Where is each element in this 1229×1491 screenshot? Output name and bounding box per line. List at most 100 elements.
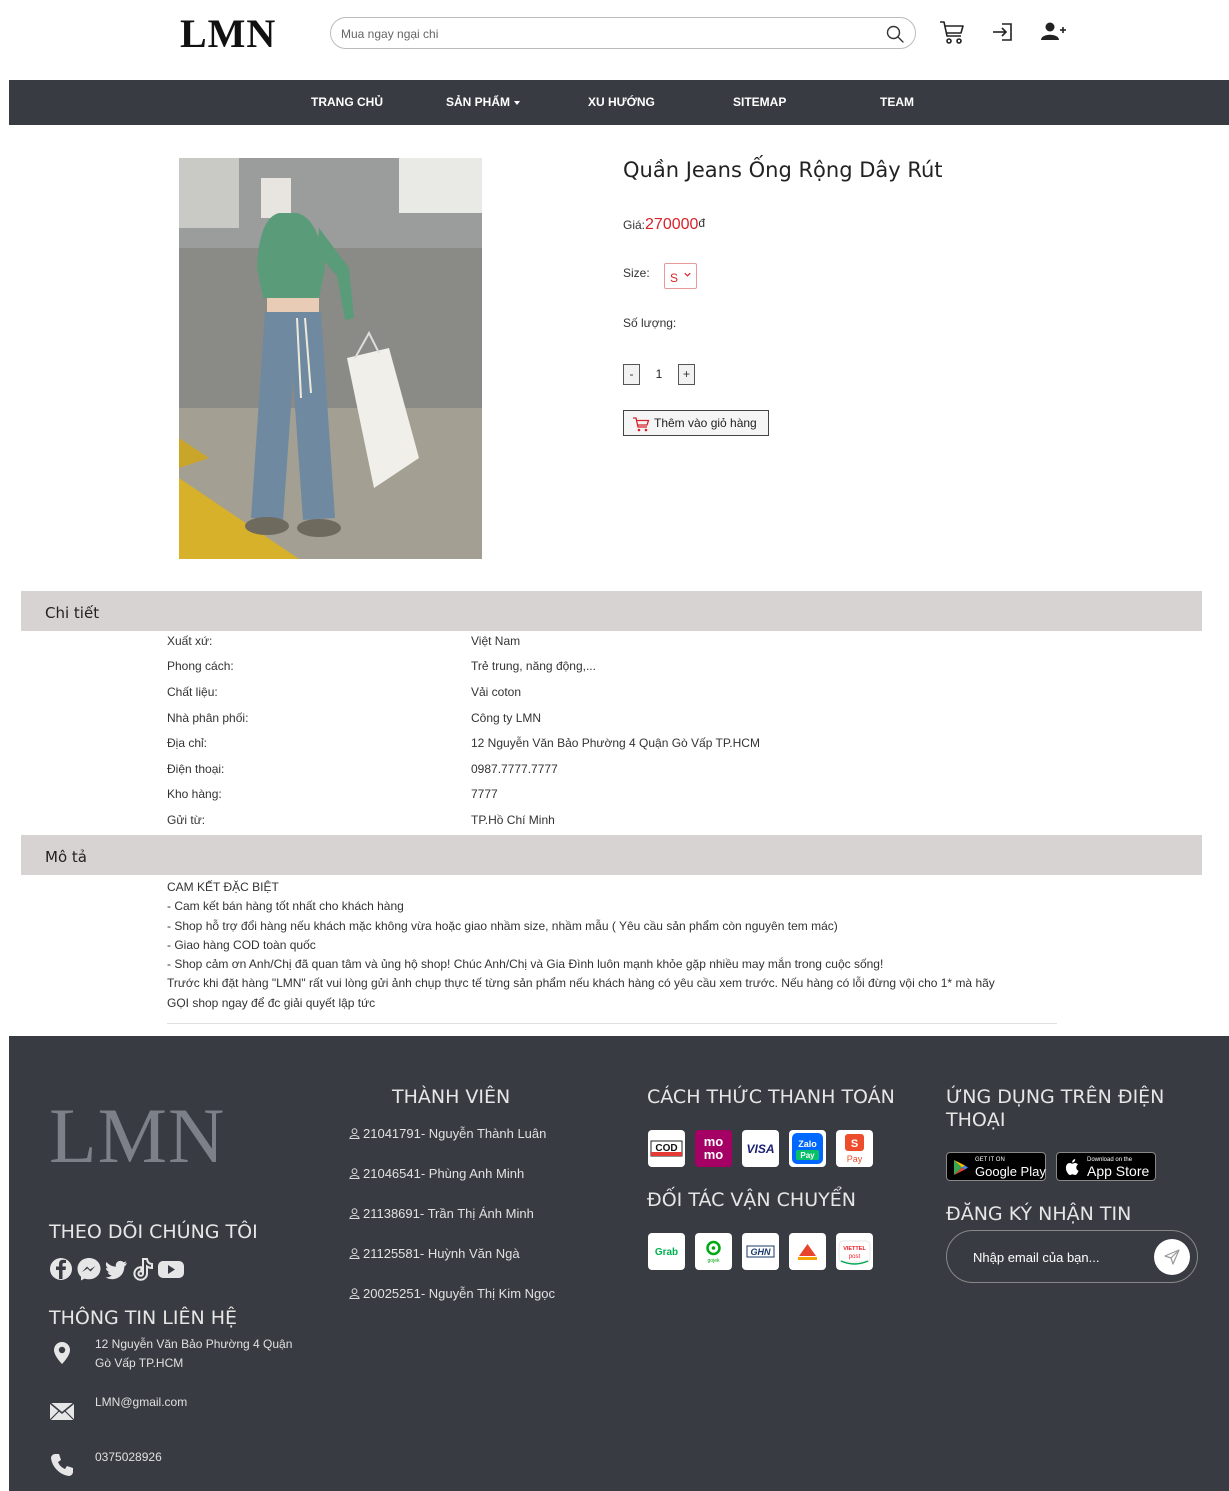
google-play-small: GET IT ON bbox=[975, 1157, 1005, 1163]
spec-value: Trẻ trung, năng động,... bbox=[471, 659, 596, 673]
member-item: 21125581- Huỳnh Văn Ngà bbox=[349, 1246, 520, 1261]
spec-row: Phong cách: Trẻ trung, năng động,... bbox=[167, 655, 1067, 680]
nav-item-sitemap[interactable]: SITEMAP bbox=[733, 95, 786, 109]
user-icon bbox=[349, 1168, 360, 1179]
google-play-button[interactable]: GET IT ON Google Play bbox=[946, 1152, 1046, 1181]
spec-row: Kho hàng: 7777 bbox=[167, 783, 1067, 808]
add-to-cart-label: Thêm vào giỏ hàng bbox=[654, 416, 757, 430]
momo-text: mo bbox=[704, 1147, 724, 1162]
newsletter-form bbox=[946, 1230, 1198, 1283]
user-icon bbox=[349, 1208, 360, 1219]
spec-value: 7777 bbox=[471, 787, 498, 801]
grab-text: Grab bbox=[655, 1247, 678, 1258]
spec-label: Chất liệu: bbox=[167, 685, 218, 699]
description-line: GỌI shop ngay để đc giải quyết lập tức bbox=[167, 995, 376, 1010]
member-name: 21138691- Trần Thị Ánh Minh bbox=[363, 1206, 534, 1221]
grab-badge: Grab bbox=[648, 1233, 685, 1270]
user-icon bbox=[349, 1248, 360, 1259]
footer-logo[interactable]: LMN bbox=[49, 1091, 225, 1181]
app-store-button[interactable]: Download on the App Store bbox=[1056, 1152, 1156, 1181]
site-header: LMN bbox=[0, 0, 1229, 80]
add-to-cart-button[interactable]: Thêm vào giỏ hàng bbox=[623, 410, 769, 436]
spec-value: 0987.7777.7777 bbox=[471, 762, 558, 776]
quantity-increase-button[interactable]: + bbox=[678, 364, 695, 385]
member-item: 21046541- Phùng Anh Minh bbox=[349, 1166, 524, 1181]
youtube-icon[interactable] bbox=[158, 1261, 184, 1278]
description-line: - Cam kết bán hàng tốt nhất cho khách hà… bbox=[167, 899, 404, 914]
payment-heading: CÁCH THỨC THANH TOÁN bbox=[647, 1086, 895, 1108]
details-heading: Chi tiết bbox=[45, 604, 100, 622]
ninjavan-badge bbox=[789, 1233, 826, 1270]
add-user-icon[interactable] bbox=[1039, 18, 1067, 46]
newsletter-submit-button[interactable] bbox=[1154, 1239, 1190, 1275]
viettelpost-text: post bbox=[849, 1254, 861, 1260]
chevron-down-icon bbox=[684, 272, 691, 277]
shopeepay-badge: S Pay bbox=[836, 1130, 873, 1167]
app-heading-line: THOẠI bbox=[946, 1109, 1006, 1131]
login-icon[interactable] bbox=[989, 18, 1017, 46]
spec-row: Địa chỉ: 12 Nguyễn Văn Bảo Phường 4 Quận… bbox=[167, 732, 1067, 757]
user-icon bbox=[349, 1288, 360, 1299]
contact-address-line: 12 Nguyễn Văn Bảo Phường 4 Quận bbox=[95, 1337, 293, 1351]
member-item: 20025251- Nguyễn Thị Kim Ngọc bbox=[349, 1286, 555, 1301]
zalopay-badge: Zalo Pay bbox=[789, 1130, 826, 1167]
contact-phone[interactable]: 0375028926 bbox=[95, 1448, 162, 1467]
messenger-icon[interactable] bbox=[77, 1258, 101, 1281]
app-store-label: App Store bbox=[1087, 1163, 1150, 1179]
site-logo[interactable]: LMN bbox=[180, 10, 276, 57]
spec-value: 12 Nguyễn Văn Bảo Phường 4 Quận Gò Vấp T… bbox=[471, 736, 760, 750]
details-section-header: Chi tiết bbox=[21, 591, 1202, 631]
gojek-text: gojek bbox=[708, 1258, 720, 1264]
newsletter-email-input[interactable] bbox=[973, 1248, 1143, 1266]
gojek-badge: gojek bbox=[695, 1233, 732, 1270]
cart-icon[interactable] bbox=[938, 18, 966, 46]
search-bar bbox=[330, 17, 916, 49]
app-heading-line: ỨNG DỤNG TRÊN ĐIỆN bbox=[946, 1086, 1165, 1108]
zalopay-text: Pay bbox=[800, 1151, 815, 1160]
contact-heading: THÔNG TIN LIÊN HỆ bbox=[49, 1307, 238, 1329]
spec-row: Điện thoại: 0987.7777.7777 bbox=[167, 758, 1067, 783]
description-line: CAM KẾT ĐẶC BIỆT bbox=[167, 880, 279, 894]
member-item: 21041791- Nguyễn Thành Luân bbox=[349, 1126, 546, 1141]
contact-address: 12 Nguyễn Văn Bảo Phường 4 Quận Gò Vấp T… bbox=[95, 1335, 292, 1373]
user-icon bbox=[349, 1128, 360, 1139]
mail-icon bbox=[49, 1402, 75, 1421]
spec-row: Nhà phân phối: Công ty LMN bbox=[167, 707, 1067, 732]
member-name: 21041791- Nguyễn Thành Luân bbox=[363, 1126, 547, 1141]
description-section-header: Mô tả bbox=[21, 835, 1202, 875]
nav-item-home[interactable]: TRANG CHỦ bbox=[311, 95, 383, 109]
nav-item-products[interactable]: SẢN PHẨM bbox=[446, 95, 521, 109]
spec-label: Địa chỉ: bbox=[167, 736, 208, 750]
search-icon[interactable] bbox=[885, 24, 905, 44]
ghn-text: GHN bbox=[751, 1247, 772, 1257]
cod-text: COD bbox=[655, 1143, 677, 1154]
spec-label: Điện thoại: bbox=[167, 762, 225, 776]
cod-badge: COD bbox=[648, 1130, 685, 1167]
member-name: 20025251- Nguyễn Thị Kim Ngọc bbox=[363, 1286, 555, 1301]
contact-email[interactable]: LMN@gmail.com bbox=[95, 1393, 187, 1412]
tiktok-icon[interactable] bbox=[133, 1258, 153, 1281]
size-label: Size: bbox=[623, 266, 650, 280]
search-input[interactable] bbox=[341, 24, 871, 44]
shipping-heading: ĐỐI TÁC VẬN CHUYỂN bbox=[647, 1189, 856, 1211]
price-currency: đ bbox=[698, 216, 706, 230]
spec-label: Gửi từ: bbox=[167, 813, 206, 827]
quantity-label: Số lượng: bbox=[623, 316, 677, 330]
quantity-decrease-button[interactable]: - bbox=[623, 364, 640, 385]
nav-item-trending[interactable]: XU HƯỚNG bbox=[588, 95, 655, 109]
facebook-icon[interactable] bbox=[50, 1258, 72, 1280]
nav-item-team[interactable]: TEAM bbox=[880, 95, 914, 109]
viettelpost-badge: VIETTEL post bbox=[836, 1233, 873, 1270]
spec-row: Chất liệu: Vải coton bbox=[167, 681, 1067, 706]
ghn-badge: GHN bbox=[742, 1233, 779, 1270]
momo-badge: mo mo bbox=[695, 1130, 732, 1167]
nav-item-products-label: SẢN PHẨM bbox=[446, 95, 511, 109]
apple-icon bbox=[1065, 1159, 1079, 1175]
size-select[interactable]: S bbox=[664, 263, 697, 289]
quantity-input[interactable]: 1 bbox=[644, 364, 674, 385]
spec-label: Kho hàng: bbox=[167, 787, 222, 801]
twitter-icon[interactable] bbox=[105, 1260, 128, 1280]
description-line: - Shop hỗ trợ đổi hàng nếu khách mặc khô… bbox=[167, 918, 838, 933]
phone-icon bbox=[51, 1454, 73, 1476]
spec-row: Gửi từ: TP.Hồ Chí Minh bbox=[167, 809, 1067, 834]
